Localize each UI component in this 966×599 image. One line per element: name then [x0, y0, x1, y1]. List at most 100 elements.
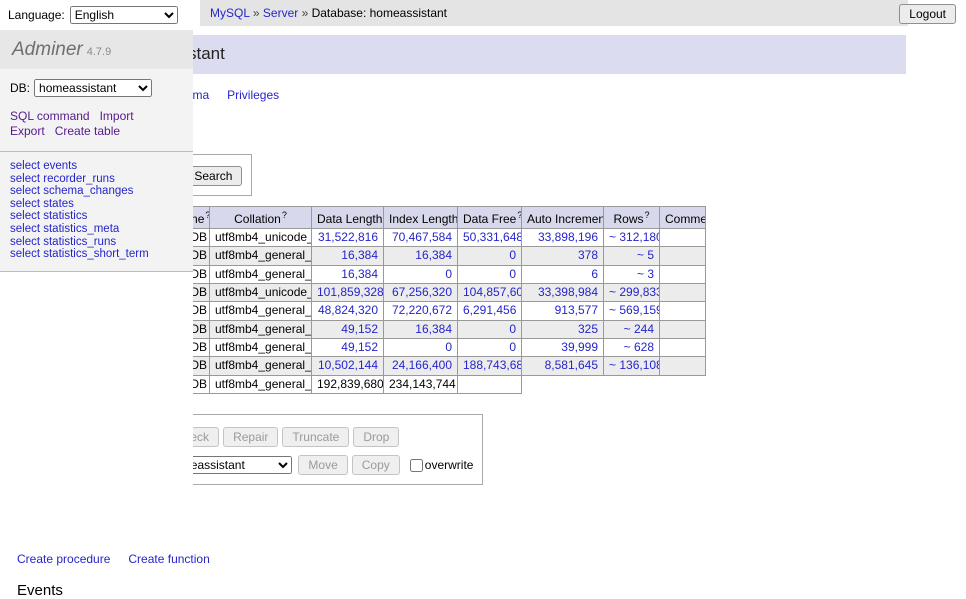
data-length-link[interactable]: 49,152 [341, 340, 378, 354]
rows-count-link[interactable]: ~ 299,833 [609, 285, 660, 299]
auto-increment-cell: 378 [522, 247, 604, 265]
breadcrumb-link-server[interactable]: Server [263, 6, 298, 20]
overwrite-checkbox[interactable] [410, 459, 423, 472]
rows-count-link[interactable]: ~ 136,108 [609, 358, 660, 372]
copy-button[interactable]: Copy [352, 455, 400, 475]
logout-button[interactable]: Logout [899, 4, 956, 24]
comment-cell [660, 283, 706, 301]
column-header-label: Rows [613, 212, 643, 226]
db-select[interactable]: homeassistant [34, 79, 152, 97]
data-length-link[interactable]: 101,859,328 [317, 285, 384, 299]
sidebar-db-section: DB:homeassistant SQL commandImportExport… [0, 69, 193, 152]
data-free-link[interactable]: 104,857,600 [463, 285, 522, 299]
index-length-cell: 72,220,672 [384, 302, 458, 320]
index-length-link[interactable]: 0 [445, 340, 452, 354]
rows-count-link[interactable]: ~ 312,180 [609, 230, 660, 244]
link-create-procedure[interactable]: Create procedure [17, 552, 110, 566]
breadcrumb-current: Database: homeassistant [312, 6, 447, 20]
help-icon[interactable]: ? [645, 210, 650, 220]
rows-count-link[interactable]: ~ 5 [637, 248, 654, 262]
app-logo: Adminer [12, 39, 83, 60]
drop-button[interactable]: Drop [353, 427, 399, 447]
comment-cell [660, 357, 706, 375]
auto-increment-link[interactable]: 325 [578, 322, 598, 336]
comment-cell [660, 320, 706, 338]
sidebar-item-select-statistics-meta[interactable]: select statistics_meta [10, 223, 183, 236]
data-free-link[interactable]: 50,331,648 [463, 230, 522, 244]
data-length-cell: 31,522,816 [312, 229, 384, 247]
sidebar-item-select-statistics[interactable]: select statistics [10, 210, 183, 223]
search-button[interactable]: Search [184, 166, 242, 186]
auto-increment-link[interactable]: 6 [591, 267, 598, 281]
help-icon[interactable]: ? [205, 210, 209, 220]
data-length-link[interactable]: 48,824,320 [318, 303, 378, 317]
auto-increment-link[interactable]: 33,898,196 [538, 230, 598, 244]
index-length-link[interactable]: 67,256,320 [392, 285, 452, 299]
data-free-link[interactable]: 0 [509, 248, 516, 262]
index-length-link[interactable]: 72,220,672 [392, 303, 452, 317]
sidebar-item-select-events[interactable]: select events [10, 160, 183, 173]
auto-increment-link[interactable]: 39,999 [561, 340, 598, 354]
column-header-label: Comment [665, 212, 706, 226]
events-heading: Events [17, 582, 906, 599]
rows-count-link[interactable]: ~ 3 [637, 267, 654, 281]
sidebar-action-export[interactable]: Export [10, 124, 45, 138]
sidebar-action-create-table[interactable]: Create table [55, 124, 120, 138]
breadcrumb-link-mysql[interactable]: MySQL [210, 6, 250, 20]
rows-count-link[interactable]: ~ 628 [624, 340, 654, 354]
data-length-link[interactable]: 16,384 [341, 267, 378, 281]
data-free-cell: 0 [458, 320, 522, 338]
auto-increment-cell: 325 [522, 320, 604, 338]
data-length-link[interactable]: 49,152 [341, 322, 378, 336]
repair-button[interactable]: Repair [223, 427, 278, 447]
sidebar-actions: SQL command Import Export Create table [10, 109, 183, 138]
link-create-function[interactable]: Create function [128, 552, 209, 566]
index-length-link[interactable]: 70,467,584 [392, 230, 452, 244]
routines-links: Create procedure Create function [17, 552, 906, 566]
index-length-link[interactable]: 0 [445, 267, 452, 281]
index-length-link[interactable]: 16,384 [415, 322, 452, 336]
nav-link-privileges[interactable]: Privileges [227, 88, 279, 102]
index-length-cell: 0 [384, 338, 458, 356]
sidebar-table-links: select eventsselect recorder_runsselect … [0, 152, 193, 272]
index-length-link[interactable]: 16,384 [415, 248, 452, 262]
rows-count-link[interactable]: ~ 569,159 [609, 303, 660, 317]
language-label: Language: [8, 8, 65, 22]
move-button[interactable]: Move [298, 455, 347, 475]
column-header-data-free: Data Free? [458, 207, 522, 229]
rows-count-link[interactable]: ~ 244 [624, 322, 654, 336]
data-free-cell: 104,857,600 [458, 283, 522, 301]
column-header-auto-increment: Auto Increment? [522, 207, 604, 229]
data-free-link[interactable]: 0 [509, 340, 516, 354]
sidebar-item-select-schema-changes[interactable]: select schema_changes [10, 185, 183, 198]
sidebar-action-import[interactable]: Import [100, 109, 134, 123]
sidebar-item-select-statistics-runs[interactable]: select statistics_runs [10, 236, 183, 249]
help-icon[interactable]: ? [282, 210, 287, 220]
data-free-link[interactable]: 0 [509, 322, 516, 336]
data-length-link[interactable]: 31,522,816 [318, 230, 378, 244]
auto-increment-link[interactable]: 913,577 [555, 303, 598, 317]
data-length-cell: 48,824,320 [312, 302, 384, 320]
data-length-link[interactable]: 10,502,144 [318, 358, 378, 372]
sidebar-item-select-recorder-runs[interactable]: select recorder_runs [10, 173, 183, 186]
auto-increment-link[interactable]: 8,581,645 [545, 358, 598, 372]
language-select[interactable]: English [70, 6, 178, 24]
sidebar-action-sql-command[interactable]: SQL command [10, 109, 90, 123]
data-free-link[interactable]: 0 [509, 267, 516, 281]
sidebar-item-select-states[interactable]: select states [10, 198, 183, 211]
auto-increment-link[interactable]: 33,398,984 [538, 285, 598, 299]
truncate-button[interactable]: Truncate [282, 427, 349, 447]
data-length-link[interactable]: 16,384 [341, 248, 378, 262]
column-header-data-length: Data Length? [312, 207, 384, 229]
rows-count-cell: ~ 136,108 [604, 357, 660, 375]
auto-increment-link[interactable]: 378 [578, 248, 598, 262]
index-length-cell: 70,467,584 [384, 229, 458, 247]
data-free-link[interactable]: 188,743,680 [463, 358, 522, 372]
data-length-cell: 16,384 [312, 265, 384, 283]
help-icon[interactable]: ? [517, 210, 521, 220]
index-length-link[interactable]: 24,166,400 [392, 358, 452, 372]
total-data-free-cell [458, 375, 522, 393]
breadcrumb-separator: » [250, 6, 263, 20]
data-free-link[interactable]: 6,291,456 [463, 303, 516, 317]
sidebar-item-select-statistics-short-term[interactable]: select statistics_short_term [10, 248, 183, 261]
